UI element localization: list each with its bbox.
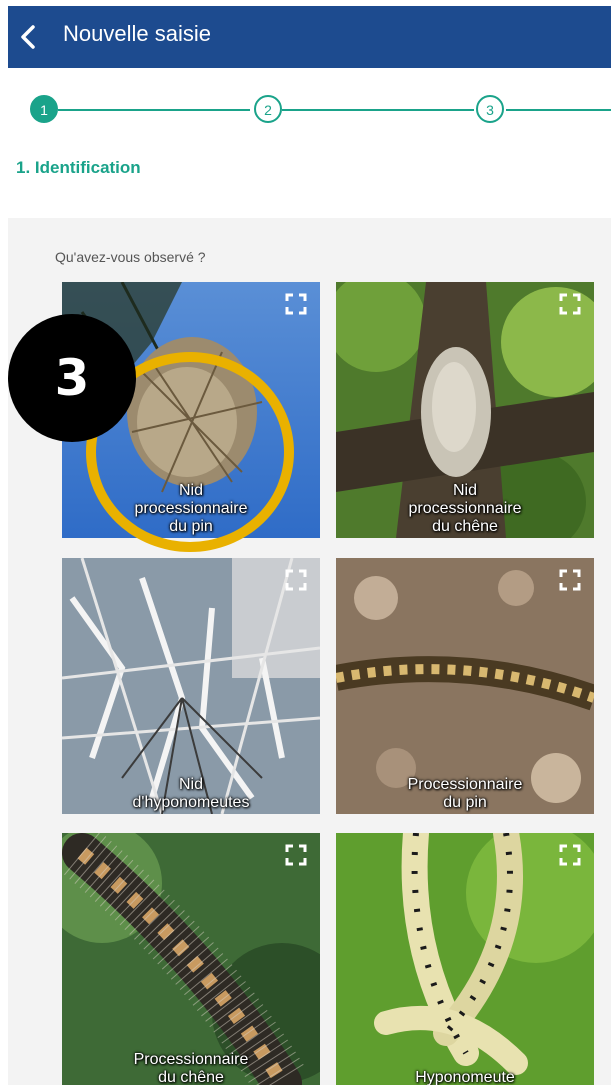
app-screen: Nouvelle saisie 1 2 3 1. Identification … xyxy=(8,6,611,1085)
card-label: Processionnaire du pin xyxy=(407,776,523,811)
photo-ermine-caterpillars xyxy=(336,833,594,1085)
card-processionnaire-chene[interactable]: Processionnaire du chêne xyxy=(62,833,320,1085)
step-connector xyxy=(58,109,250,111)
step-connector xyxy=(506,109,611,111)
step-2[interactable]: 2 xyxy=(254,95,282,123)
expand-icon[interactable] xyxy=(284,843,308,867)
card-label: Processionnaire du chêne xyxy=(133,1051,249,1085)
step-title: 1. Identification xyxy=(16,158,141,177)
card-nid-hyponomeutes[interactable]: Nid d'hyponomeutes xyxy=(62,558,320,814)
expand-icon[interactable] xyxy=(558,568,582,592)
card-processionnaire-pin[interactable]: Processionnaire du pin xyxy=(336,558,594,814)
step-badge: 3 xyxy=(8,314,136,442)
step-connector xyxy=(282,109,474,111)
page-title: Nouvelle saisie xyxy=(63,21,211,46)
card-nid-processionnaire-chene[interactable]: Nid processionnaire du chêne xyxy=(336,282,594,538)
expand-icon[interactable] xyxy=(284,568,308,592)
expand-icon[interactable] xyxy=(558,292,582,316)
card-hyponomeute[interactable]: Hyponomeute xyxy=(336,833,594,1085)
card-label: Nid processionnaire du chêne xyxy=(408,482,522,535)
card-label: Nid processionnaire du pin xyxy=(134,482,248,535)
step-3[interactable]: 3 xyxy=(476,95,504,123)
stepper: 1 2 3 1. Identification xyxy=(8,68,611,218)
expand-icon[interactable] xyxy=(558,843,582,867)
photo-oak-caterpillar xyxy=(62,833,320,1085)
card-label: Nid d'hyponomeutes xyxy=(132,776,250,811)
app-header: Nouvelle saisie xyxy=(8,6,611,68)
step-1[interactable]: 1 xyxy=(30,95,58,123)
card-label: Hyponomeute xyxy=(415,1069,515,1085)
chevron-left-icon[interactable] xyxy=(14,22,44,52)
expand-icon[interactable] xyxy=(284,292,308,316)
question-label: Qu'avez-vous observé ? xyxy=(55,249,206,265)
